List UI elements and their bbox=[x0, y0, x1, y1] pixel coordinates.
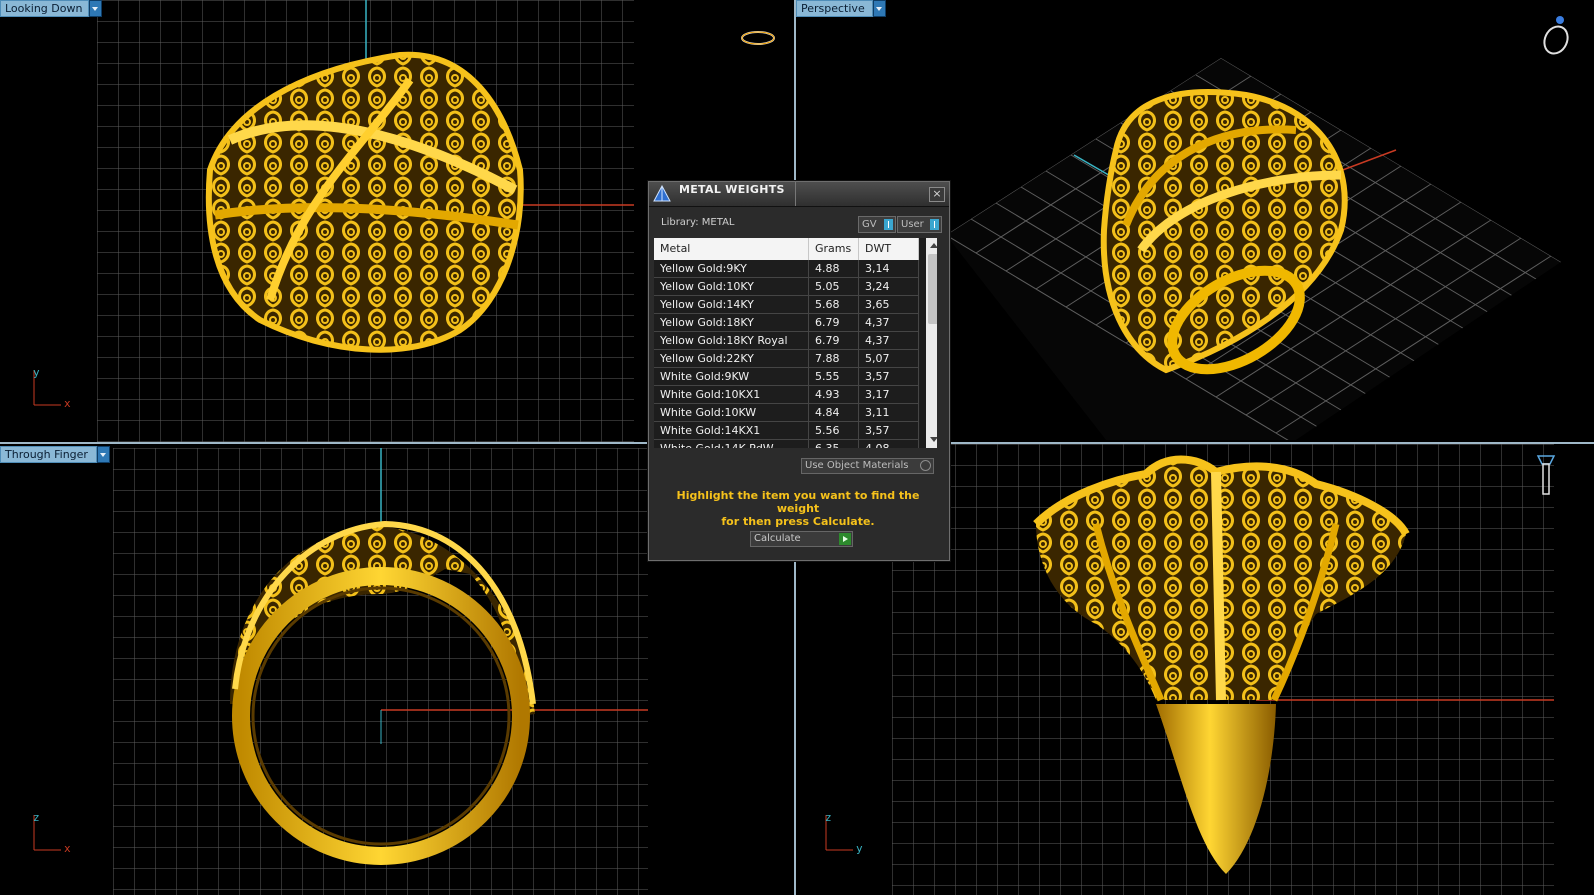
grams-cell: 6.35 bbox=[809, 440, 859, 448]
viewport-dropdown-button[interactable] bbox=[97, 446, 110, 463]
user-toggle-button[interactable]: User bbox=[897, 216, 942, 233]
table-row[interactable]: White Gold:10KX1 4.93 3,17 bbox=[654, 386, 919, 404]
dwt-cell: 4,37 bbox=[859, 332, 919, 349]
axis-label-vertical: z bbox=[825, 811, 832, 824]
grams-cell: 4.88 bbox=[809, 260, 859, 277]
ring-nav-icon[interactable] bbox=[734, 24, 794, 54]
viewport-dropdown-button[interactable] bbox=[873, 0, 886, 17]
table-row[interactable]: Yellow Gold:9KY 4.88 3,14 bbox=[654, 260, 919, 278]
table-row[interactable]: White Gold:9KW 5.55 3,57 bbox=[654, 368, 919, 386]
table-row[interactable]: Yellow Gold:18KY 6.79 4,37 bbox=[654, 314, 919, 332]
instruction-line-2: for then press Calculate. bbox=[721, 515, 875, 528]
info-icon bbox=[884, 219, 893, 230]
table-header: Metal Grams DWT bbox=[654, 238, 919, 260]
close-icon[interactable]: × bbox=[929, 187, 945, 202]
grams-cell: 6.79 bbox=[809, 332, 859, 349]
metal-cell: White Gold:14K PdW bbox=[654, 440, 809, 448]
dwt-cell: 3,57 bbox=[859, 368, 919, 385]
dwt-cell: 3,11 bbox=[859, 404, 919, 421]
dwt-cell: 3,57 bbox=[859, 422, 919, 439]
viewport-label[interactable]: Looking Down bbox=[0, 0, 89, 17]
instruction-text: Highlight the item you want to find the … bbox=[659, 489, 937, 528]
instruction-line-1: Highlight the item you want to find the … bbox=[676, 489, 920, 515]
radio-icon[interactable] bbox=[920, 460, 931, 471]
column-header-grams[interactable]: Grams bbox=[809, 238, 859, 260]
dwt-cell: 3,17 bbox=[859, 386, 919, 403]
grams-cell: 7.88 bbox=[809, 350, 859, 367]
dwt-cell: 4,37 bbox=[859, 314, 919, 331]
axis-label-horizontal: y bbox=[856, 842, 863, 855]
metal-cell: White Gold:9KW bbox=[654, 368, 809, 385]
metal-weights-dialog[interactable]: METAL WEIGHTS × Library: METAL GV User M… bbox=[648, 181, 950, 561]
info-icon bbox=[930, 219, 939, 230]
metal-cell: White Gold:10KW bbox=[654, 404, 809, 421]
use-object-materials-label: Use Object Materials bbox=[805, 460, 909, 471]
table-row[interactable]: Yellow Gold:18KY Royal 6.79 4,37 bbox=[654, 332, 919, 350]
table-row[interactable]: Yellow Gold:14KY 5.68 3,65 bbox=[654, 296, 919, 314]
use-object-materials-toggle[interactable]: Use Object Materials bbox=[801, 458, 934, 474]
table-row[interactable]: White Gold:14K PdW6.354,08 bbox=[654, 440, 919, 448]
dialog-title: METAL WEIGHTS bbox=[679, 183, 785, 196]
grams-cell: 5.56 bbox=[809, 422, 859, 439]
dwt-cell: 4,08 bbox=[859, 440, 919, 448]
table-row[interactable]: White Gold:14KX1 5.56 3,57 bbox=[654, 422, 919, 440]
ring-nav-icon[interactable] bbox=[1536, 12, 1576, 62]
table-row[interactable]: Yellow Gold:10KY 5.05 3,24 bbox=[654, 278, 919, 296]
grams-cell: 6.79 bbox=[809, 314, 859, 331]
calculate-label: Calculate bbox=[754, 533, 801, 544]
ring-nav-icon[interactable] bbox=[1532, 448, 1562, 508]
grams-cell: 5.05 bbox=[809, 278, 859, 295]
table-rows: Yellow Gold:9KY 4.88 3,14 Yellow Gold:10KY… bbox=[654, 260, 919, 448]
viewport-label[interactable]: Through Finger bbox=[0, 446, 97, 463]
metal-cell: Yellow Gold:22KY bbox=[654, 350, 809, 367]
dwt-cell: 5,07 bbox=[859, 350, 919, 367]
grams-cell: 5.68 bbox=[809, 296, 859, 313]
dwt-cell: 3,14 bbox=[859, 260, 919, 277]
metal-table[interactable]: Metal Grams DWT Yellow Gold:9KY 4.88 3,14 … bbox=[654, 238, 937, 448]
scroll-down-icon[interactable] bbox=[926, 434, 937, 446]
title-divider bbox=[795, 182, 796, 206]
play-icon[interactable] bbox=[839, 533, 851, 545]
calculate-button[interactable]: Calculate bbox=[750, 531, 853, 547]
axis-label-horizontal: x bbox=[64, 842, 71, 855]
grams-cell: 4.93 bbox=[809, 386, 859, 403]
metal-cell: White Gold:14KX1 bbox=[654, 422, 809, 439]
table-scrollbar[interactable] bbox=[926, 238, 937, 448]
scroll-up-icon[interactable] bbox=[926, 240, 937, 252]
axis-label-horizontal: x bbox=[64, 397, 71, 410]
metal-cell: White Gold:10KX1 bbox=[654, 386, 809, 403]
metal-cell: Yellow Gold:18KY Royal bbox=[654, 332, 809, 349]
metal-cell: Yellow Gold:14KY bbox=[654, 296, 809, 313]
grams-cell: 4.84 bbox=[809, 404, 859, 421]
gv-label: GV bbox=[862, 219, 877, 230]
viewport-dropdown-button[interactable] bbox=[89, 0, 102, 17]
axis-label-vertical: y bbox=[33, 366, 40, 379]
user-label: User bbox=[901, 219, 924, 230]
library-label: Library: METAL bbox=[661, 217, 735, 228]
table-row[interactable]: Yellow Gold:22KY 7.88 5,07 bbox=[654, 350, 919, 368]
gv-toggle-button[interactable]: GV bbox=[858, 216, 896, 233]
grams-cell: 5.55 bbox=[809, 368, 859, 385]
pyramid-logo-icon bbox=[653, 185, 671, 202]
viewport-label[interactable]: Perspective bbox=[796, 0, 873, 17]
metal-cell: Yellow Gold:9KY bbox=[654, 260, 809, 277]
metal-cell: Yellow Gold:10KY bbox=[654, 278, 809, 295]
column-header-dwt[interactable]: DWT bbox=[859, 238, 919, 260]
dwt-cell: 3,65 bbox=[859, 296, 919, 313]
dialog-title-bar[interactable]: METAL WEIGHTS × bbox=[649, 182, 949, 207]
table-row[interactable]: White Gold:10KW 4.84 3,11 bbox=[654, 404, 919, 422]
dwt-cell: 3,24 bbox=[859, 278, 919, 295]
column-header-metal[interactable]: Metal bbox=[654, 238, 809, 260]
axis-label-vertical: z bbox=[33, 811, 40, 824]
metal-cell: Yellow Gold:18KY bbox=[654, 314, 809, 331]
scroll-thumb[interactable] bbox=[928, 254, 937, 324]
